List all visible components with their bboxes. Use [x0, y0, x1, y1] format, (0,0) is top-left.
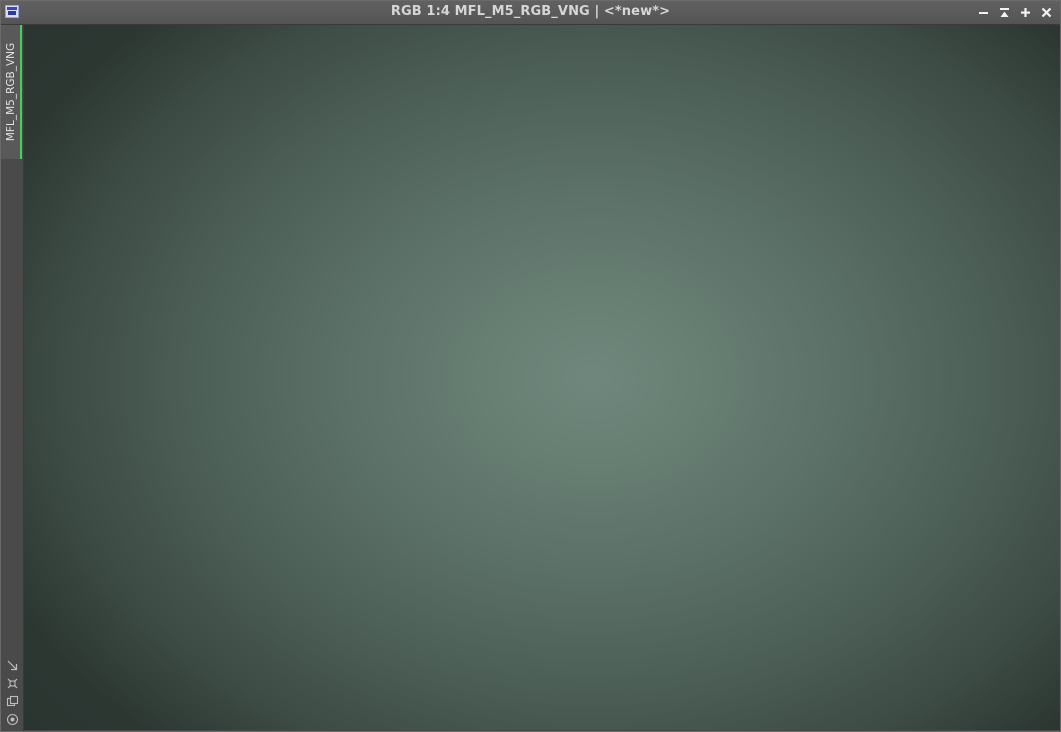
maximize-icon[interactable] — [1018, 5, 1033, 20]
sidebar-tools — [3, 658, 21, 727]
zoom-to-fit-icon[interactable] — [5, 676, 20, 691]
preview-icon[interactable] — [5, 712, 20, 727]
view-tab[interactable]: MFL_M5_RGB_VNG — [1, 25, 22, 159]
clone-view-icon[interactable] — [5, 694, 20, 709]
fit-view-icon[interactable] — [5, 658, 20, 673]
view-tab-label: MFL_M5_RGB_VNG — [4, 42, 17, 142]
window-title: RGB 1:4 MFL_M5_RGB_VNG | <*new*> — [390, 4, 671, 19]
image-window: RGB 1:4 MFL_M5_RGB_VNG | <*new*> MFL_M5_… — [0, 0, 1061, 732]
shade-icon[interactable] — [997, 5, 1012, 20]
window-controls — [976, 4, 1054, 21]
close-icon[interactable] — [1039, 5, 1054, 20]
minimize-icon[interactable] — [976, 5, 991, 20]
title-bar[interactable]: RGB 1:4 MFL_M5_RGB_VNG | <*new*> — [1, 1, 1060, 25]
view-sidebar: MFL_M5_RGB_VNG — [1, 25, 24, 731]
image-viewport[interactable] — [24, 25, 1060, 730]
